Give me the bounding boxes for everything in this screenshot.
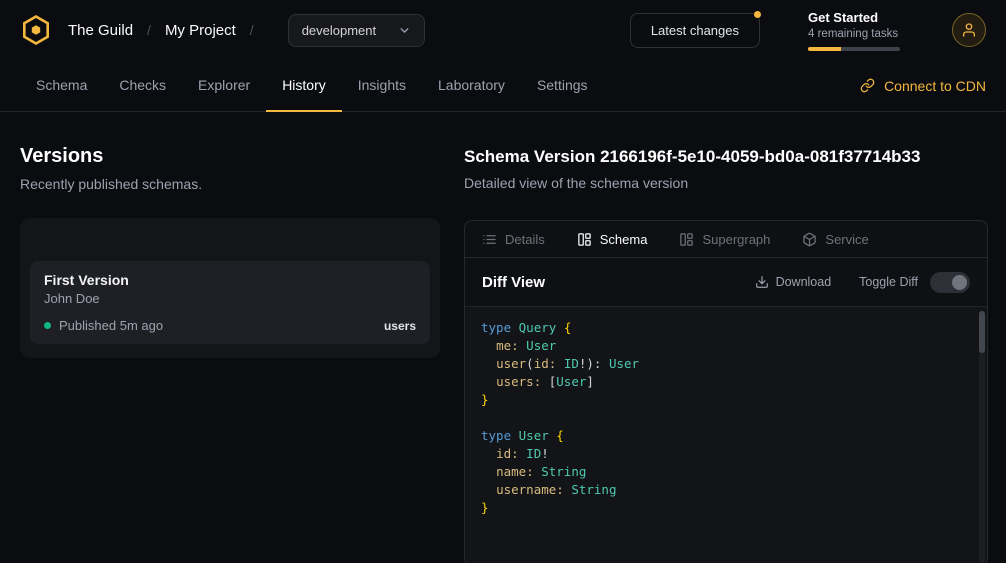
- download-button[interactable]: Download: [755, 275, 832, 289]
- breadcrumb-separator: /: [250, 22, 254, 38]
- diff-toggle-switch[interactable]: [930, 272, 970, 293]
- connect-to-cdn-label: Connect to CDN: [884, 78, 986, 94]
- tab-service[interactable]: Service: [802, 232, 868, 247]
- target-selector-value: development: [302, 23, 376, 38]
- diff-view-header: Diff View Download Toggle Diff: [465, 258, 987, 306]
- tab-checks[interactable]: Checks: [103, 60, 182, 112]
- scrollbar-track: [979, 311, 985, 563]
- connect-to-cdn-link[interactable]: Connect to CDN: [860, 60, 986, 111]
- tab-settings[interactable]: Settings: [521, 60, 604, 112]
- tab-explorer[interactable]: Explorer: [182, 60, 266, 112]
- schema-code-viewer: type Query { me: User user(id: ID!): Use…: [465, 306, 987, 563]
- list-icon: [482, 232, 497, 247]
- layout-icon: [679, 232, 694, 247]
- tab-schema-view[interactable]: Schema: [577, 232, 648, 247]
- download-label: Download: [776, 275, 832, 289]
- person-icon: [961, 22, 977, 38]
- tab-details-label: Details: [505, 232, 545, 247]
- hive-logo-icon[interactable]: [20, 14, 52, 46]
- layout-icon: [577, 232, 592, 247]
- scrollbar-thumb[interactable]: [979, 311, 985, 353]
- version-detail-panel: Schema Version 2166196f-5e10-4059-bd0a-0…: [464, 147, 988, 563]
- tab-supergraph[interactable]: Supergraph: [679, 232, 770, 247]
- diff-toggle-knob: [952, 275, 967, 290]
- app-header: The Guild / My Project / development Lat…: [0, 0, 1006, 60]
- toggle-diff-label: Toggle Diff: [859, 275, 918, 289]
- tab-laboratory[interactable]: Laboratory: [422, 60, 521, 112]
- get-started-widget[interactable]: Get Started 4 remaining tasks: [808, 10, 900, 51]
- version-detail-card: Details Schema Supergraph Service: [464, 220, 988, 563]
- get-started-progress-fill: [808, 47, 841, 51]
- published-status-dot: [44, 322, 51, 329]
- latest-changes-label: Latest changes: [651, 23, 739, 38]
- chevron-down-icon: [398, 24, 411, 37]
- diff-view-title: Diff View: [482, 274, 545, 291]
- tab-details[interactable]: Details: [482, 232, 545, 247]
- user-avatar[interactable]: [952, 13, 986, 47]
- get-started-progress: [808, 47, 900, 51]
- version-list-item[interactable]: First Version John Doe Published 5m ago …: [30, 261, 430, 344]
- target-selector[interactable]: development: [288, 14, 425, 47]
- version-name: First Version: [44, 272, 416, 288]
- tab-insights[interactable]: Insights: [342, 60, 422, 112]
- tab-schema[interactable]: Schema: [20, 60, 103, 112]
- header-right: Latest changes Get Started 4 remaining t…: [630, 10, 986, 51]
- download-icon: [755, 275, 769, 289]
- project-nav: Schema Checks Explorer History Insights …: [0, 60, 1006, 112]
- versions-list-card: First Version John Doe Published 5m ago …: [20, 218, 440, 358]
- tab-service-label: Service: [825, 232, 868, 247]
- code-block: type Query { me: User user(id: ID!): Use…: [481, 319, 971, 517]
- tab-history[interactable]: History: [266, 60, 342, 112]
- version-status: Published 5m ago: [59, 318, 163, 333]
- diff-view-controls: Download Toggle Diff: [755, 272, 970, 293]
- version-detail-subtitle: Detailed view of the schema version: [464, 175, 988, 191]
- version-detail-title: Schema Version 2166196f-5e10-4059-bd0a-0…: [464, 147, 988, 167]
- tab-schema-view-label: Schema: [600, 232, 648, 247]
- breadcrumb-project[interactable]: My Project: [165, 22, 236, 39]
- get-started-subtitle: 4 remaining tasks: [808, 28, 900, 40]
- version-meta-row: Published 5m ago users: [44, 318, 416, 333]
- get-started-title: Get Started: [808, 10, 900, 25]
- link-icon: [860, 78, 875, 93]
- versions-subtitle: Recently published schemas.: [20, 176, 440, 192]
- versions-panel: Versions Recently published schemas. Fir…: [20, 145, 440, 358]
- latest-changes-button[interactable]: Latest changes: [630, 13, 760, 48]
- notification-dot: [754, 11, 761, 18]
- box-icon: [802, 232, 817, 247]
- version-author: John Doe: [44, 291, 416, 306]
- breadcrumb-org[interactable]: The Guild: [68, 22, 133, 39]
- tab-supergraph-label: Supergraph: [702, 232, 770, 247]
- versions-title: Versions: [20, 145, 440, 168]
- version-detail-tabs: Details Schema Supergraph Service: [465, 221, 987, 258]
- breadcrumb-separator: /: [147, 22, 151, 38]
- service-badge: users: [384, 319, 416, 333]
